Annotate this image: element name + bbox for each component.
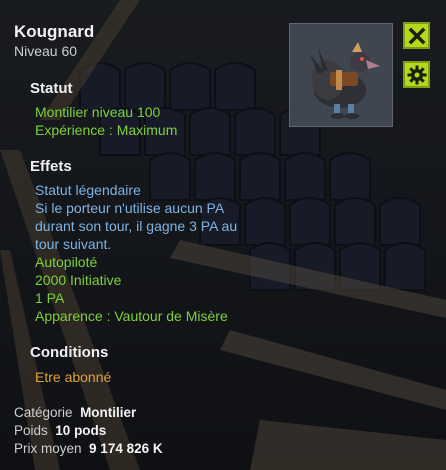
item-level: Niveau 60 [14, 43, 77, 59]
category-label: Catégorie [14, 405, 73, 420]
footer-category: Catégorie Montilier [14, 405, 136, 420]
effect-description-line-1: Si le porteur n'utilise aucun PA [35, 200, 225, 216]
statut-line-level: Montilier niveau 100 [35, 104, 161, 120]
gear-icon [407, 65, 426, 84]
section-title-statut: Statut [30, 80, 73, 97]
vulture-mount-image [310, 42, 380, 119]
effect-description-line-3: tour suivant. [35, 236, 112, 252]
condition-subscribed: Etre abonné [35, 369, 112, 385]
category-value: Montilier [80, 405, 137, 420]
effect-appearance: Apparence : Vautour de Misère [35, 308, 228, 324]
level-value: 60 [61, 43, 78, 59]
close-button[interactable] [403, 22, 430, 49]
price-label: Prix moyen [14, 441, 82, 456]
effect-description-line-2: durant son tour, il gagne 3 PA au [35, 218, 238, 234]
weight-label: Poids [14, 423, 48, 438]
section-title-effets: Effets [30, 158, 72, 175]
item-name: Kougnard [14, 22, 95, 41]
section-title-conditions: Conditions [30, 344, 109, 361]
close-icon [408, 27, 425, 44]
footer-weight: Poids 10 pods [14, 423, 106, 438]
footer-price: Prix moyen 9 174 826 K [14, 441, 163, 456]
effect-autopilot: Autopiloté [35, 254, 98, 270]
effect-initiative: 2000 Initiative [35, 272, 122, 288]
effect-pa: 1 PA [35, 290, 65, 306]
statut-line-experience: Expérience : Maximum [35, 122, 178, 138]
level-label: Niveau [14, 43, 58, 59]
price-value: 9 174 826 K [89, 441, 163, 456]
item-preview [289, 23, 393, 127]
settings-button[interactable] [403, 61, 430, 88]
item-tooltip-panel: Kougnard Niveau 60 Statut Montilier nive… [0, 0, 446, 470]
effect-legendary-status: Statut légendaire [35, 182, 141, 198]
weight-value: 10 pods [55, 423, 107, 438]
